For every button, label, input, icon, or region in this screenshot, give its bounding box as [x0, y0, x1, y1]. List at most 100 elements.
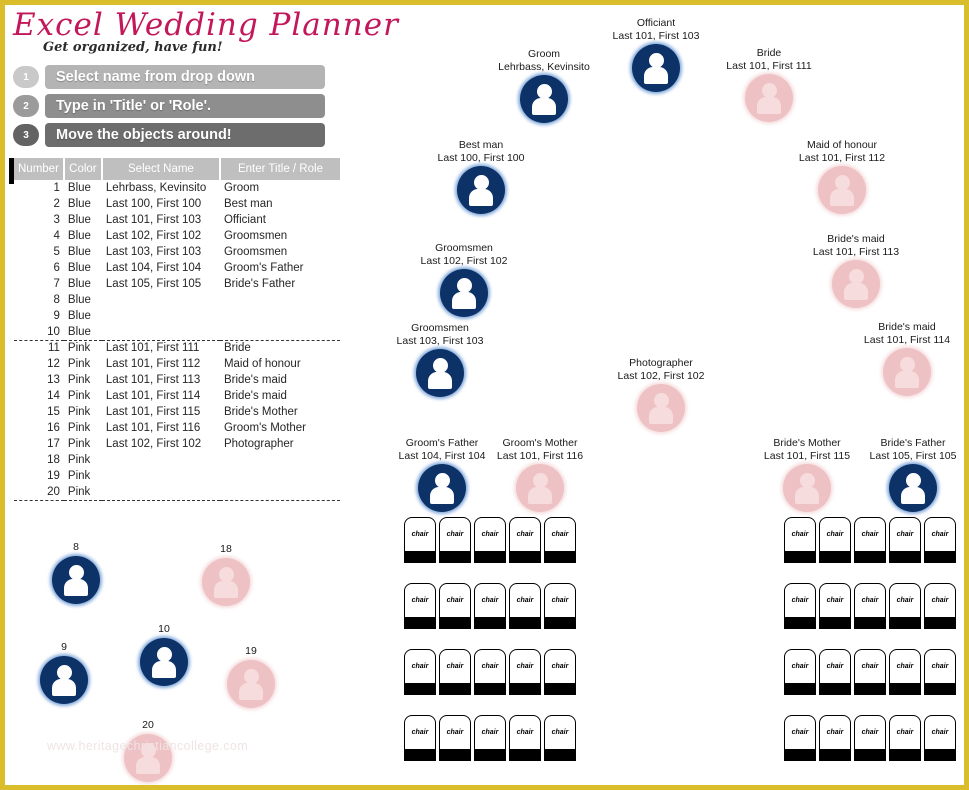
person-blue-icon[interactable] — [889, 464, 937, 512]
chair[interactable]: chair — [819, 583, 851, 629]
wedding-planner-page: Excel Wedding Planner Get organized, hav… — [0, 0, 969, 790]
chair[interactable]: chair — [439, 715, 471, 761]
avatar-head — [68, 565, 84, 580]
chair[interactable]: chair — [404, 715, 436, 761]
person-pink-icon[interactable] — [818, 166, 866, 214]
person-name-label: Last 101, First 114 — [863, 333, 951, 346]
person-blue-icon[interactable] — [440, 269, 488, 317]
person-pink-icon[interactable] — [883, 348, 931, 396]
person-pink-icon[interactable] — [832, 260, 880, 308]
chair[interactable]: chair — [784, 715, 816, 761]
chair[interactable]: chair — [784, 583, 816, 629]
chair-seat — [440, 683, 470, 694]
chair[interactable]: chair — [819, 649, 851, 695]
unassigned-person[interactable]: 18 — [191, 543, 261, 606]
chair[interactable]: chair — [854, 583, 886, 629]
chair[interactable]: chair — [544, 517, 576, 563]
chair[interactable]: chair — [924, 649, 956, 695]
unassigned-person[interactable]: 10 — [129, 623, 199, 686]
chair[interactable]: chair — [509, 715, 541, 761]
chair[interactable]: chair — [544, 715, 576, 761]
chair[interactable]: chair — [854, 649, 886, 695]
chair[interactable]: chair — [784, 517, 816, 563]
person-name-label: Last 101, First 111 — [726, 59, 812, 72]
unassigned-person-number: 19 — [245, 645, 257, 657]
chair[interactable]: chair — [439, 583, 471, 629]
chair[interactable]: chair — [924, 517, 956, 563]
seating-person[interactable]: Bride's maid Last 101, First 113 — [796, 233, 916, 308]
chair-label: chair — [896, 729, 914, 736]
chair[interactable]: chair — [819, 715, 851, 761]
chair[interactable]: chair — [889, 583, 921, 629]
person-pink-icon[interactable] — [227, 660, 275, 708]
chair[interactable]: chair — [889, 715, 921, 761]
avatar-body — [52, 679, 76, 696]
chair[interactable]: chair — [509, 649, 541, 695]
person-blue-icon[interactable] — [632, 44, 680, 92]
chair[interactable]: chair — [474, 649, 506, 695]
chair[interactable]: chair — [819, 517, 851, 563]
chair-seat — [820, 551, 850, 562]
chair[interactable]: chair — [544, 649, 576, 695]
chair[interactable]: chair — [474, 583, 506, 629]
person-role-label: Bride's Father — [880, 437, 946, 449]
chair[interactable]: chair — [889, 649, 921, 695]
chair[interactable]: chair — [404, 583, 436, 629]
unassigned-person[interactable]: 9 — [29, 641, 99, 704]
chair-seat — [545, 683, 575, 694]
seating-person[interactable]: Maid of honour Last 101, First 112 — [782, 139, 902, 214]
person-pink-icon[interactable] — [637, 384, 685, 432]
chair[interactable]: chair — [924, 715, 956, 761]
person-pink-icon[interactable] — [745, 74, 793, 122]
person-blue-icon[interactable] — [40, 656, 88, 704]
person-blue-icon[interactable] — [140, 638, 188, 686]
chair[interactable]: chair — [509, 583, 541, 629]
avatar-body — [795, 487, 819, 504]
avatar-body — [528, 487, 552, 504]
seating-person[interactable]: Best man Last 100, First 100 — [421, 139, 541, 214]
seating-person[interactable]: Bride's Mother Last 101, First 115 — [747, 437, 867, 512]
chair[interactable]: chair — [854, 715, 886, 761]
person-pink-icon[interactable] — [516, 464, 564, 512]
seating-person[interactable]: Bride Last 101, First 111 — [709, 47, 829, 122]
chair[interactable]: chair — [474, 517, 506, 563]
seating-person[interactable]: Bride's Father Last 105, First 105 — [853, 437, 964, 512]
chair[interactable]: chair — [474, 715, 506, 761]
person-blue-icon[interactable] — [457, 166, 505, 214]
chair-label: chair — [516, 729, 534, 736]
person-blue-icon[interactable] — [52, 556, 100, 604]
seating-person[interactable]: Groomsmen Last 102, First 102 — [404, 242, 524, 317]
chair-seat — [405, 617, 435, 628]
chair[interactable]: chair — [404, 517, 436, 563]
chair[interactable]: chair — [439, 649, 471, 695]
chair[interactable]: chair — [889, 517, 921, 563]
chair[interactable]: chair — [509, 517, 541, 563]
unassigned-person[interactable]: 8 — [41, 541, 111, 604]
person-blue-icon[interactable] — [418, 464, 466, 512]
chair[interactable]: chair — [544, 583, 576, 629]
seating-person[interactable]: Officiant Last 101, First 103 — [596, 17, 716, 92]
chair-label: chair — [861, 531, 879, 538]
avatar-body — [532, 98, 556, 115]
chair-label: chair — [446, 597, 464, 604]
person-blue-icon[interactable] — [520, 75, 568, 123]
avatar-head — [434, 473, 450, 488]
seating-person[interactable]: Groom's Mother Last 101, First 116 — [480, 437, 600, 512]
chair[interactable]: chair — [439, 517, 471, 563]
seating-person[interactable]: Bride's maid Last 101, First 114 — [847, 321, 964, 396]
person-pink-icon[interactable] — [202, 558, 250, 606]
chair-label: chair — [551, 729, 569, 736]
person-blue-icon[interactable] — [416, 349, 464, 397]
chair[interactable]: chair — [784, 649, 816, 695]
avatar-head — [899, 357, 915, 372]
chair[interactable]: chair — [404, 649, 436, 695]
seating-person[interactable]: Groom Lehrbass, Kevinsito — [484, 48, 604, 123]
seating-person[interactable]: Groomsmen Last 103, First 103 — [380, 322, 500, 397]
unassigned-person[interactable]: 19 — [216, 645, 286, 708]
person-pink-icon[interactable] — [783, 464, 831, 512]
avatar-head — [653, 393, 669, 408]
chair[interactable]: chair — [924, 583, 956, 629]
chair[interactable]: chair — [854, 517, 886, 563]
chair-label: chair — [516, 531, 534, 538]
seating-person[interactable]: Photographer Last 102, First 102 — [601, 357, 721, 432]
